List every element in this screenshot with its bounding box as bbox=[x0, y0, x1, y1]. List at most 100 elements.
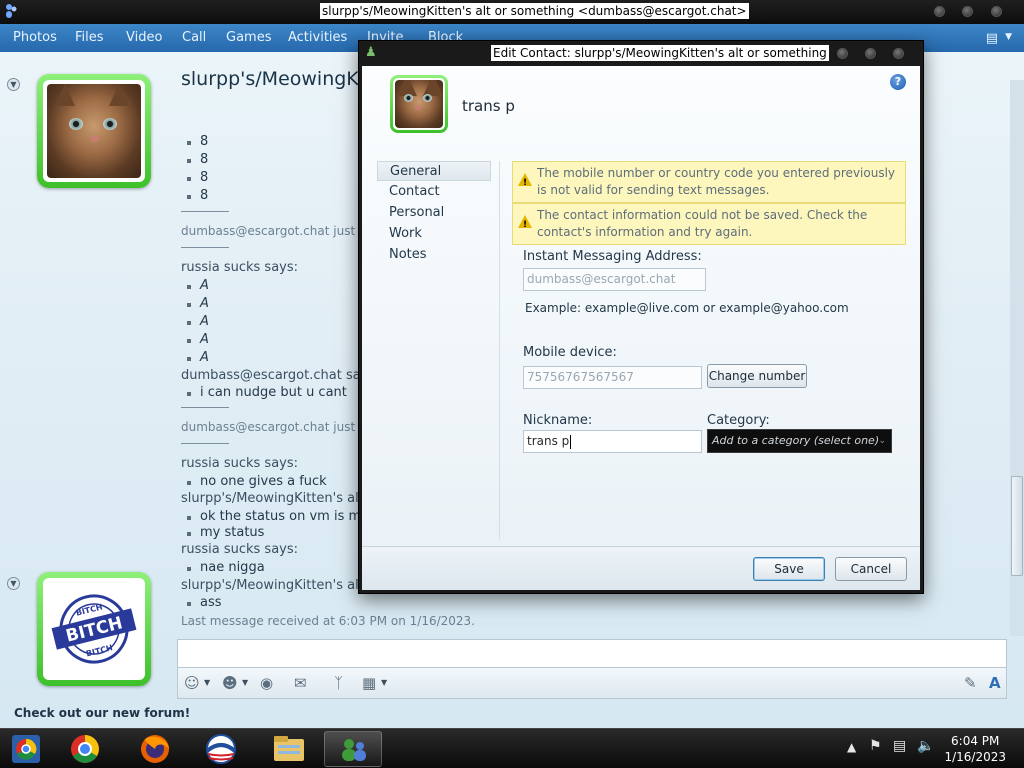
taskbar-chrome[interactable] bbox=[56, 731, 114, 767]
chevron-down-icon[interactable]: ▼ bbox=[381, 678, 387, 687]
message-line: ass bbox=[187, 595, 222, 610]
action-center-flag-icon[interactable]: ⚑ bbox=[869, 738, 882, 754]
stamp-picture: BITCH BITCH BITCH bbox=[47, 582, 141, 676]
chrome-icon bbox=[71, 735, 99, 763]
last-message-status: Last message received at 6:03 PM on 1/16… bbox=[181, 614, 475, 628]
warning-icon bbox=[518, 215, 532, 234]
text-style-icon[interactable]: ᛉ bbox=[334, 674, 343, 692]
formatting-toolbar: ☺ ▼ ☻ ▼ ◉ ✉ ᛉ ▦ ▼ ✎ A bbox=[177, 667, 1007, 699]
minimize-button[interactable] bbox=[934, 6, 945, 17]
contact-avatar[interactable] bbox=[37, 74, 151, 188]
nav-item-contact[interactable]: Contact bbox=[377, 182, 491, 202]
nav-item-personal[interactable]: Personal bbox=[377, 203, 491, 223]
message-line: 8 bbox=[186, 152, 209, 167]
message-input[interactable] bbox=[177, 639, 1007, 667]
collapse-user-picture-button[interactable]: ▼ bbox=[7, 577, 20, 590]
nickname-label: Nickname: bbox=[523, 413, 593, 428]
chevron-down-icon[interactable]: ▼ bbox=[204, 678, 210, 687]
warning-invalid-mobile: The mobile number or country code you en… bbox=[512, 161, 906, 203]
taskbar-obama[interactable] bbox=[192, 731, 250, 767]
message-line: nae nigga bbox=[187, 560, 265, 575]
chrome-app-icon bbox=[12, 735, 40, 763]
network-icon[interactable]: ▤ bbox=[893, 738, 906, 754]
save-button[interactable]: Save bbox=[753, 557, 825, 581]
menu-video[interactable]: Video bbox=[126, 30, 162, 45]
background-icon[interactable]: ▦ bbox=[362, 674, 376, 692]
close-button[interactable] bbox=[991, 6, 1002, 17]
maximize-button[interactable] bbox=[962, 6, 973, 17]
mobile-number-field: 75756767567567 bbox=[523, 366, 702, 389]
wink-icon[interactable]: ☻ bbox=[222, 674, 238, 692]
menu-activities[interactable]: Activities bbox=[288, 30, 347, 45]
window-title: slurpp's/MeowingKitten's alt or somethin… bbox=[320, 3, 749, 19]
emoticon-icon[interactable]: ☺ bbox=[184, 674, 200, 692]
taskbar-firefox[interactable] bbox=[126, 731, 184, 767]
edit-contact-dialog: ♟ Edit Contact: slurpp's/MeowingKitten's… bbox=[358, 40, 924, 594]
chevron-down-icon[interactable]: ▼ bbox=[1005, 32, 1012, 42]
mobile-device-label: Mobile device: bbox=[523, 345, 617, 360]
add-contact-icon: ♟ bbox=[365, 45, 377, 60]
message-line: A bbox=[187, 332, 209, 347]
window-titlebar: slurpp's/MeowingKitten's alt or somethin… bbox=[0, 0, 1024, 24]
dialog-contact-avatar bbox=[390, 75, 448, 133]
cancel-button[interactable]: Cancel bbox=[835, 557, 907, 581]
dialog-title: Edit Contact: slurpp's/MeowingKitten's a… bbox=[491, 45, 829, 61]
nickname-input[interactable]: trans p bbox=[523, 430, 702, 453]
menu-games[interactable]: Games bbox=[226, 30, 271, 45]
chevron-down-icon: ⌄ bbox=[878, 436, 886, 446]
sender-header: russia sucks says: bbox=[181, 542, 299, 557]
collapse-contact-picture-button[interactable]: ▼ bbox=[7, 78, 20, 91]
dialog-maximize-button[interactable] bbox=[865, 48, 876, 59]
show-hidden-icons-icon[interactable]: ▲ bbox=[847, 740, 856, 754]
kitten-picture bbox=[47, 84, 141, 178]
chevron-down-icon[interactable]: ▼ bbox=[242, 678, 248, 687]
clock-time: 6:04 PM bbox=[951, 734, 1000, 748]
handwriting-icon[interactable]: ✎ bbox=[964, 674, 977, 692]
nickname-value: trans p bbox=[527, 434, 570, 448]
message-line: A bbox=[187, 296, 209, 311]
forum-link[interactable]: Check out our new forum! bbox=[14, 706, 190, 720]
volume-icon[interactable]: 🔈 bbox=[917, 738, 934, 754]
taskbar-messenger[interactable] bbox=[324, 731, 382, 767]
change-number-button[interactable]: Change number bbox=[707, 364, 807, 388]
message-separator bbox=[181, 407, 229, 408]
taskbar-file-explorer[interactable] bbox=[260, 731, 318, 767]
clock-date: 1/16/2023 bbox=[944, 750, 1006, 764]
user-avatar[interactable]: BITCH BITCH BITCH bbox=[37, 572, 151, 686]
nav-item-notes[interactable]: Notes bbox=[377, 245, 491, 265]
taskbar: ▲ ⚑ ▤ 🔈 6:04 PM 1/16/2023 bbox=[0, 728, 1024, 768]
dialog-footer: Save Cancel bbox=[362, 546, 920, 590]
start-button[interactable] bbox=[0, 731, 58, 767]
nav-item-work[interactable]: Work bbox=[377, 224, 491, 244]
message-line: my status bbox=[186, 525, 265, 540]
help-icon[interactable]: ? bbox=[890, 74, 906, 90]
nudge-icon[interactable]: ◉ bbox=[260, 674, 273, 692]
message-line: 8 bbox=[186, 188, 209, 203]
voice-clip-icon[interactable]: ✉ bbox=[294, 674, 307, 692]
message-line: A bbox=[187, 314, 209, 329]
category-select[interactable]: Add to a category (select one) ⌄ bbox=[707, 429, 892, 453]
menu-files[interactable]: Files bbox=[75, 30, 104, 45]
dialog-minimize-button[interactable] bbox=[837, 48, 848, 59]
message-line: 8 bbox=[186, 170, 209, 185]
nav-item-general[interactable]: General bbox=[377, 161, 491, 181]
dialog-close-button[interactable] bbox=[893, 48, 904, 59]
system-clock[interactable]: 6:04 PM 1/16/2023 bbox=[944, 733, 1006, 765]
warning-icon bbox=[518, 173, 532, 192]
menu-call[interactable]: Call bbox=[182, 30, 206, 45]
stamp-bottom-text: BITCH bbox=[85, 643, 113, 658]
sender-header: russia sucks says: bbox=[181, 456, 299, 471]
font-icon[interactable]: A bbox=[989, 674, 1001, 692]
dialog-titlebar: ♟ Edit Contact: slurpp's/MeowingKitten's… bbox=[359, 41, 923, 65]
message-line: i can nudge but u cant bbox=[187, 385, 347, 400]
warning-text: The contact information could not be sav… bbox=[537, 208, 868, 239]
message-line: no one gives a fuck bbox=[187, 474, 327, 489]
stamp-top-text: BITCH bbox=[75, 602, 103, 617]
layout-menu-icon[interactable]: ▤ bbox=[986, 31, 998, 46]
sender-header: dumbass@escargot.chat says: bbox=[181, 368, 380, 383]
dialog-body: trans p ? General Contact Personal Work … bbox=[362, 66, 920, 590]
menu-photos[interactable]: Photos bbox=[13, 30, 57, 45]
scrollbar-thumb[interactable] bbox=[1011, 476, 1023, 576]
messenger-app-icon[interactable] bbox=[4, 3, 18, 19]
message-separator bbox=[181, 211, 229, 212]
